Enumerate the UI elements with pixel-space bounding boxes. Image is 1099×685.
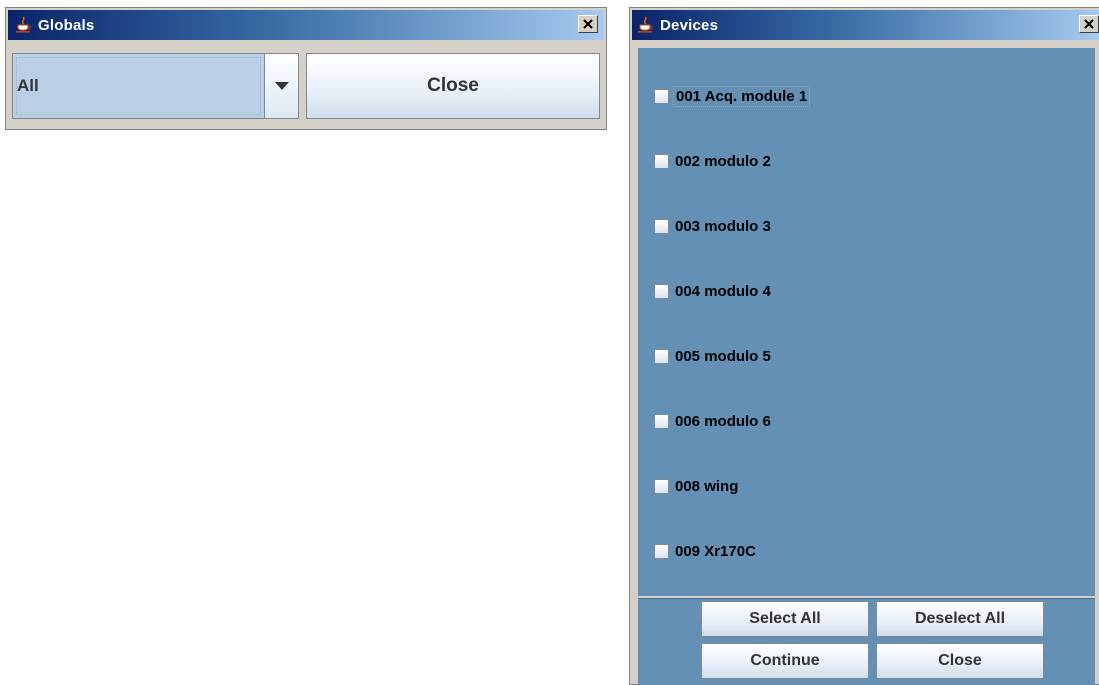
java-cup-icon — [638, 16, 653, 33]
button-panel: Select All Deselect All Continue Close — [638, 598, 1095, 685]
checkbox[interactable] — [654, 348, 669, 364]
window-close-button[interactable] — [1079, 15, 1099, 33]
device-checkbox-item[interactable]: 005 modulo 5 — [654, 345, 773, 367]
device-label[interactable]: 003 modulo 3 — [673, 217, 773, 236]
device-checkbox-item[interactable]: 003 modulo 3 — [654, 215, 773, 237]
java-cup-icon — [16, 16, 31, 33]
device-label[interactable]: 001 Acq. module 1 — [673, 85, 811, 107]
checkbox[interactable] — [654, 413, 669, 429]
deselect-all-button[interactable]: Deselect All — [876, 601, 1044, 637]
select-all-button[interactable]: Select All — [701, 601, 869, 637]
device-label[interactable]: 004 modulo 4 — [673, 282, 773, 301]
checkbox[interactable] — [654, 218, 669, 234]
device-list: 001 Acq. module 1 002 modulo 2 003 modul… — [638, 48, 1095, 596]
device-checkbox-item[interactable]: 008 wing — [654, 475, 740, 497]
combobox-arrow-button[interactable] — [265, 54, 298, 118]
checkbox[interactable] — [654, 88, 669, 104]
device-checkbox-item[interactable]: 004 modulo 4 — [654, 280, 773, 302]
close-button[interactable]: Close — [306, 53, 600, 119]
combobox-value: All — [13, 54, 265, 118]
close-button[interactable]: Close — [876, 643, 1044, 679]
chevron-down-icon — [274, 82, 289, 90]
device-label[interactable]: 005 modulo 5 — [673, 347, 773, 366]
close-icon — [1084, 19, 1094, 29]
device-label[interactable]: 009 Xr170C — [673, 542, 758, 561]
checkbox[interactable] — [654, 153, 669, 169]
device-label[interactable]: 006 modulo 6 — [673, 412, 773, 431]
globals-titlebar[interactable]: Globals — [8, 10, 604, 40]
checkbox[interactable] — [654, 543, 669, 559]
window-close-button[interactable] — [578, 15, 598, 33]
devices-window: Devices 001 Acq. module 1 002 modulo 2 0… — [629, 7, 1099, 685]
checkbox[interactable] — [654, 283, 669, 299]
devices-titlebar[interactable]: Devices — [632, 10, 1099, 40]
device-label[interactable]: 008 wing — [673, 477, 740, 496]
checkbox[interactable] — [654, 478, 669, 494]
device-checkbox-item[interactable]: 006 modulo 6 — [654, 410, 773, 432]
close-icon — [583, 19, 593, 29]
continue-button[interactable]: Continue — [701, 643, 869, 679]
device-checkbox-item[interactable]: 002 modulo 2 — [654, 150, 773, 172]
device-checkbox-item[interactable]: 009 Xr170C — [654, 540, 758, 562]
device-checkbox-item[interactable]: 001 Acq. module 1 — [654, 85, 811, 107]
globals-window: Globals All Close — [5, 7, 607, 130]
window-title: Devices — [660, 16, 719, 34]
window-title: Globals — [38, 16, 95, 34]
filter-combobox[interactable]: All — [12, 53, 299, 119]
device-label[interactable]: 002 modulo 2 — [673, 152, 773, 171]
